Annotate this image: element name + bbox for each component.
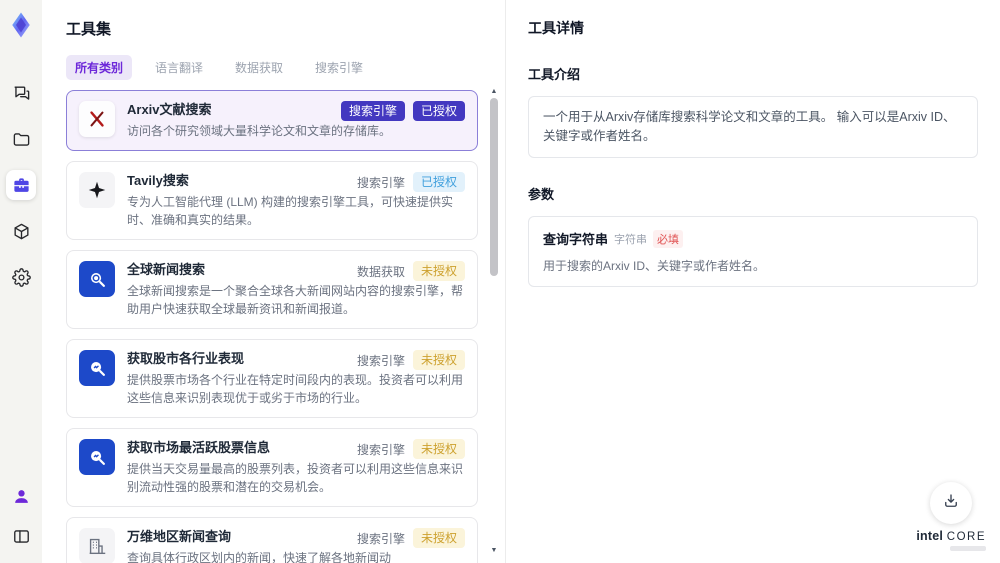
category-tab[interactable]: 语言翻译 xyxy=(146,55,212,80)
arxiv-logo-icon xyxy=(79,101,115,137)
sidebar-item-panel-toggle-icon[interactable] xyxy=(6,521,36,551)
intel-core-logo: intel core xyxy=(916,529,986,551)
category-tab[interactable]: 数据获取 xyxy=(226,55,292,80)
tool-list-panel: 工具集 所有类别 语言翻译 数据获取 搜索引擎 Arxiv文献搜索 访问各个研究领域大量… xyxy=(42,0,505,563)
detail-title: 工具详情 xyxy=(528,20,584,36)
tool-card[interactable]: 全球新闻搜索 全球新闻搜索是一个聚合全球各大新闻网站内容的搜索引擎，帮助用户快速获… xyxy=(66,250,478,329)
scrollbar-thumb[interactable] xyxy=(490,98,498,276)
tool-card[interactable]: 万维地区新闻查询 查询具体行政区划内的新闻，快速了解各地新闻动 搜索引擎 未授权 xyxy=(66,517,478,563)
sidebar-item-toolbox-icon[interactable] xyxy=(6,170,36,200)
sidebar-item-folder-icon[interactable] xyxy=(6,124,36,154)
news-search-icon xyxy=(79,261,115,297)
brand-bar xyxy=(950,546,986,551)
download-button[interactable] xyxy=(930,482,973,524)
auth-status-badge: 已授权 xyxy=(412,172,465,192)
tool-description: 全球新闻搜索是一个聚合全球各大新闻网站内容的搜索引擎，帮助用户快速获取全球最新资… xyxy=(127,284,464,316)
category-tabs: 所有类别 语言翻译 数据获取 搜索引擎 xyxy=(66,55,505,80)
tool-card[interactable]: Tavily搜索 专为人工智能代理 (LLM) 构建的搜索引擎工具，可快速提供实时… xyxy=(66,161,478,240)
category-badge: 搜索引擎 xyxy=(356,175,405,190)
scroll-down-icon[interactable]: ▼ xyxy=(489,547,499,555)
category-tab[interactable]: 所有类别 xyxy=(66,55,133,80)
param-name: 查询字符串 xyxy=(543,232,609,247)
tool-description: 提供当天交易量最高的股票列表，投资者可以利用这些信息来识别流动性强的股票和潜在的… xyxy=(127,462,464,494)
list-scrollbar[interactable]: ▲ ▼ xyxy=(489,88,499,555)
category-tab[interactable]: 搜索引擎 xyxy=(306,55,372,80)
sidebar xyxy=(0,0,42,563)
brand-core: core xyxy=(946,531,986,543)
sidebar-bottom xyxy=(6,481,36,551)
sparkle-icon xyxy=(79,172,115,208)
tool-card[interactable]: 获取市场最活跃股票信息 提供当天交易量最高的股票列表，投资者可以利用这些信息来识别… xyxy=(66,428,478,507)
param-type: 字符串 xyxy=(614,233,648,246)
auth-status-badge: 未授权 xyxy=(412,261,465,281)
tool-description: 提供股票市场各个行业在特定时间段内的表现。投资者可以利用这些信息来识别表现优于或… xyxy=(127,373,464,405)
param-item: 查询字符串 字符串 必填用于搜索的Arxiv ID、关键字或作者姓名。 xyxy=(528,216,978,287)
auth-status-badge: 未授权 xyxy=(412,528,465,548)
category-badge: 搜索引擎 xyxy=(356,442,405,457)
param-list: 查询字符串 字符串 必填用于搜索的Arxiv ID、关键字或作者姓名。 xyxy=(528,216,978,287)
download-icon xyxy=(942,492,960,515)
tool-card[interactable]: 获取股市各行业表现 提供股票市场各个行业在特定时间段内的表现。投资者可以利用这些信… xyxy=(66,339,478,418)
app-window: 工具集 所有类别 语言翻译 数据获取 搜索引擎 Arxiv文献搜索 访问各个研究领域大量… xyxy=(0,0,1000,563)
tool-list: Arxiv文献搜索 访问各个研究领域大量科学论文和文章的存储库。 搜索引擎 已授权 Ta… xyxy=(66,90,478,563)
sidebar-item-settings-icon[interactable] xyxy=(6,262,36,292)
stock-search-icon xyxy=(79,350,115,386)
param-description: 用于搜索的Arxiv ID、关键字或作者姓名。 xyxy=(543,259,766,273)
category-badge: 数据获取 xyxy=(356,264,405,279)
page-title: 工具集 xyxy=(66,21,112,38)
auth-status-badge: 未授权 xyxy=(412,350,465,370)
params-heading: 参数 xyxy=(528,187,555,202)
param-required-badge: 必填 xyxy=(653,229,684,248)
intro-text: 一个用于从Arxiv存储库搜索科学论文和文章的工具。 输入可以是Arxiv ID… xyxy=(528,96,978,158)
scroll-up-icon[interactable]: ▲ xyxy=(489,88,499,96)
sidebar-item-chat-icon[interactable] xyxy=(6,78,36,108)
category-badge: 搜索引擎 xyxy=(356,531,405,546)
tool-description: 访问各个研究领域大量科学论文和文章的存储库。 xyxy=(127,124,392,138)
tool-card[interactable]: Arxiv文献搜索 访问各个研究领域大量科学论文和文章的存储库。 搜索引擎 已授权 xyxy=(66,90,478,151)
tool-detail-panel: 工具详情 工具介绍 一个用于从Arxiv存储库搜索科学论文和文章的工具。 输入可… xyxy=(506,0,1000,563)
tool-description: 查询具体行政区划内的新闻，快速了解各地新闻动 xyxy=(127,551,392,563)
intro-heading: 工具介绍 xyxy=(528,67,581,82)
auth-status-badge: 已授权 xyxy=(412,101,465,121)
category-badge: 搜索引擎 xyxy=(340,101,405,121)
building-icon xyxy=(79,528,115,563)
download-widget: intel core xyxy=(916,482,986,551)
brand-intel: intel xyxy=(916,529,944,543)
auth-status-badge: 未授权 xyxy=(412,439,465,459)
app-logo-icon xyxy=(4,8,38,42)
sidebar-item-user-avatar-icon[interactable] xyxy=(6,481,36,511)
sidebar-item-cube-icon[interactable] xyxy=(6,216,36,246)
stock-search-icon xyxy=(79,439,115,475)
tool-description: 专为人工智能代理 (LLM) 构建的搜索引擎工具，可快速提供实时、准确和真实的结… xyxy=(127,195,454,227)
category-badge: 搜索引擎 xyxy=(356,353,405,368)
sidebar-nav xyxy=(6,78,36,292)
